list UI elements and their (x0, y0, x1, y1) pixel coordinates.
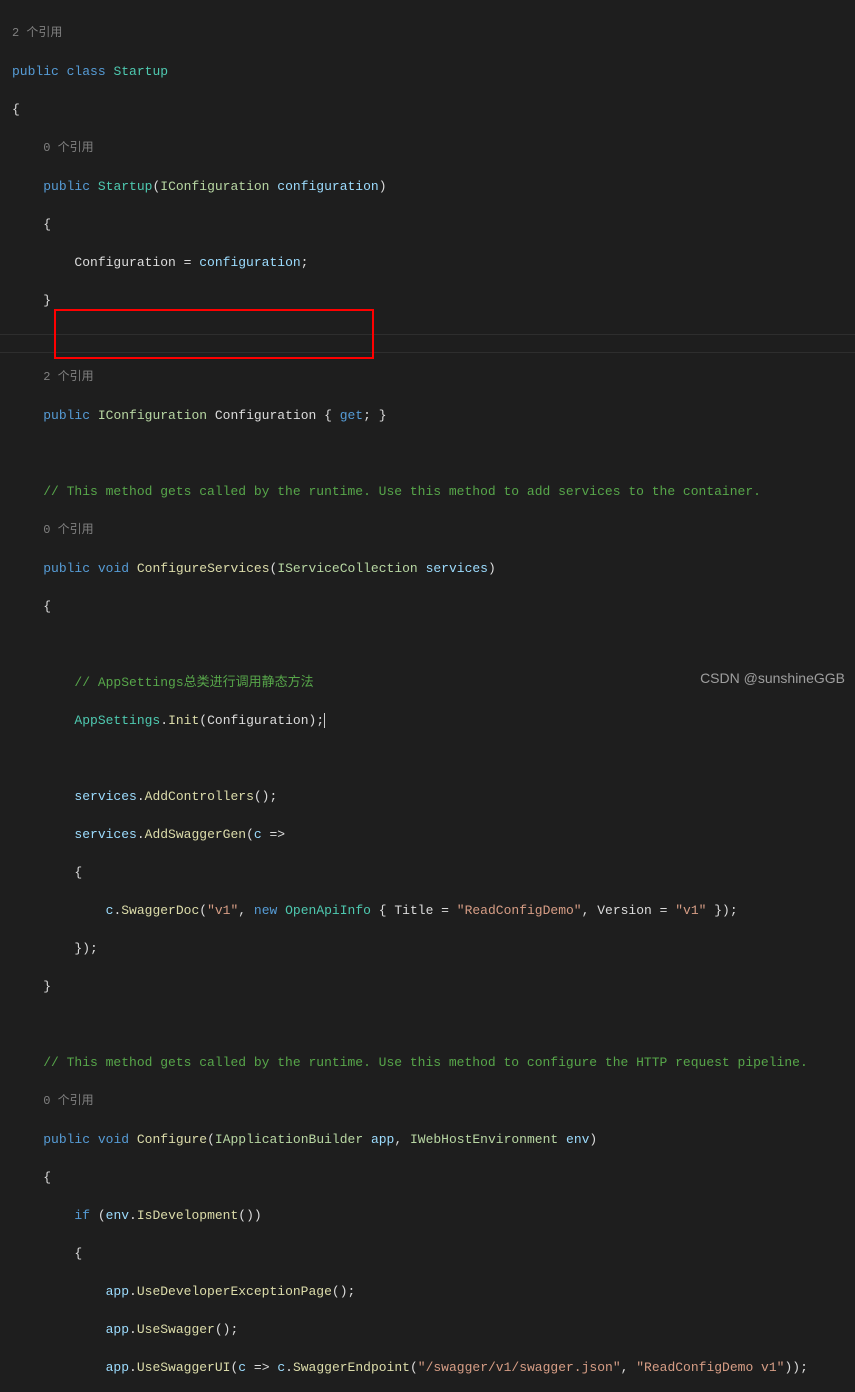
type-name: IConfiguration (160, 179, 269, 194)
brace: { (12, 102, 20, 117)
codelens-ref[interactable]: 0 个引用 (43, 1094, 93, 1108)
method-name: Configure (137, 1132, 207, 1147)
comment: // AppSettings总类进行调用静态方法 (74, 675, 313, 690)
type-name: AppSettings (74, 713, 160, 728)
watermark: CSDN @sunshineGGB (700, 669, 845, 688)
method-name: ConfigureServices (137, 561, 270, 576)
param: configuration (277, 179, 378, 194)
code-editor[interactable]: 2 个引用 public class Startup { 0 个引用 publi… (0, 0, 855, 1392)
comment: // This method gets called by the runtim… (43, 1055, 808, 1070)
comment: // This method gets called by the runtim… (43, 484, 761, 499)
string: "v1" (207, 903, 238, 918)
codelens-ref[interactable]: 0 个引用 (43, 523, 93, 537)
codelens-ref[interactable]: 2 个引用 (12, 26, 62, 40)
codelens-ref[interactable]: 2 个引用 (43, 370, 93, 384)
keyword: class (67, 64, 106, 79)
codelens-ref[interactable]: 0 个引用 (43, 141, 93, 155)
text-cursor (324, 713, 325, 728)
prop: Configuration (74, 255, 175, 270)
method-name: Startup (98, 179, 153, 194)
keyword: public (12, 64, 59, 79)
class-name: Startup (113, 64, 168, 79)
